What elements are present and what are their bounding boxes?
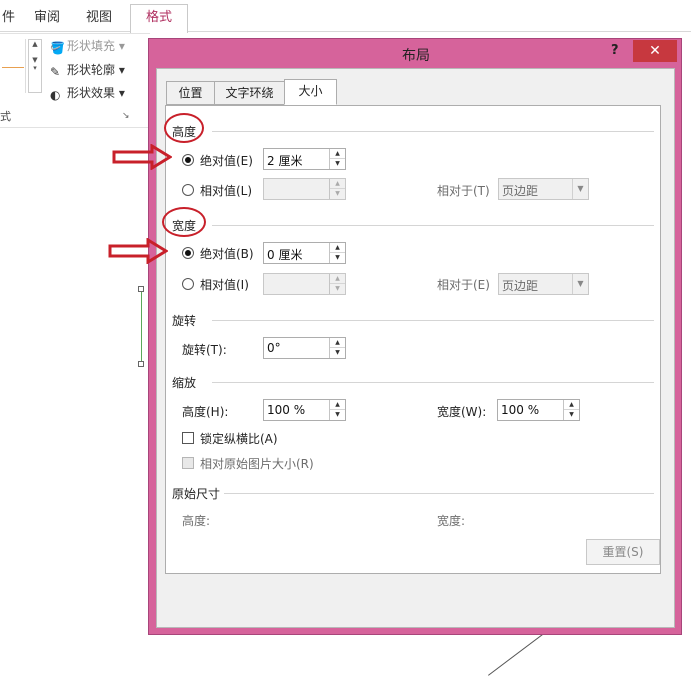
- ribbon-tab-format[interactable]: 格式: [130, 4, 188, 33]
- height-absolute-spinner[interactable]: 2 厘米 ▲ ▼: [263, 148, 346, 170]
- divider: [212, 131, 654, 132]
- spin-up-icon[interactable]: ▲: [330, 243, 345, 253]
- style-gallery-preview[interactable]: [0, 39, 26, 93]
- width-absolute-radio[interactable]: [182, 247, 194, 259]
- relative-original-size-checkbox[interactable]: [182, 457, 194, 469]
- close-button[interactable]: ✕: [633, 40, 677, 62]
- spin-up-icon[interactable]: ▲: [330, 338, 345, 348]
- scale-width-label: 宽度(W):: [437, 405, 487, 419]
- scale-width-value: 100 %: [501, 403, 540, 417]
- tab-size[interactable]: 大小: [284, 79, 337, 105]
- height-relative-label: 相对值(L): [200, 184, 253, 198]
- dialog-title: 布局: [402, 48, 430, 64]
- rotation-spinner[interactable]: 0° ▲ ▼: [263, 337, 346, 359]
- spin-up-icon[interactable]: ▲: [564, 400, 579, 410]
- tab-text-wrapping[interactable]: 文字环绕: [214, 81, 285, 105]
- pencil-icon: ✎: [50, 65, 61, 79]
- divider: [0, 33, 150, 34]
- group-caption: 式: [0, 110, 11, 123]
- width-relative-to-label: 相对于(E): [437, 278, 490, 292]
- annotation-arrow-width: [108, 238, 168, 264]
- reset-button[interactable]: 重置(S): [586, 539, 660, 565]
- annotation-circle-width: [162, 207, 206, 237]
- scale-section-title: 缩放: [172, 376, 197, 390]
- spin-up-icon[interactable]: ▲: [330, 274, 345, 284]
- ribbon-shape-styles-group: ▲ ▼ ▾ 🪣 形状填充 ▾ ✎ 形状轮廓 ▾ ◐ 形状效果 ▾ 式 ↘: [0, 33, 150, 128]
- scale-height-spinner[interactable]: 100 % ▲ ▼: [263, 399, 346, 421]
- width-absolute-spinner[interactable]: 0 厘米 ▲ ▼: [263, 242, 346, 264]
- paint-bucket-icon: 🪣: [50, 41, 65, 55]
- ribbon-tab-review[interactable]: 审阅: [34, 6, 60, 25]
- width-absolute-value: 0 厘米: [267, 248, 303, 262]
- divider: [212, 382, 654, 383]
- annotation-arrow-height: [112, 144, 172, 170]
- layout-dialog: 布局 ? ✕ 位置 文字环绕 大小 高度 绝对值(E) 2 厘米 ▲ ▼ 相对值(…: [148, 38, 682, 635]
- shape-outline-button[interactable]: ✎ 形状轮廓 ▾: [50, 61, 125, 79]
- size-tab-panel: 高度 绝对值(E) 2 厘米 ▲ ▼ 相对值(L) ▲ ▼ 相对于(T) 页边距 ▼…: [165, 105, 661, 574]
- spin-down-icon[interactable]: ▼: [330, 189, 345, 199]
- height-absolute-radio[interactable]: [182, 154, 194, 166]
- lock-aspect-ratio-checkbox[interactable]: [182, 432, 194, 444]
- rotation-value: 0°: [267, 341, 281, 355]
- scale-height-value: 100 %: [267, 403, 306, 417]
- spin-down-icon[interactable]: ▼: [564, 410, 579, 420]
- width-relative-to-select[interactable]: 页边距 ▼: [498, 273, 589, 295]
- relative-original-size-label: 相对原始图片大小(R): [200, 457, 314, 471]
- chevron-down-icon: ▼: [572, 274, 588, 294]
- ribbon-tab-file[interactable]: 件: [2, 6, 15, 25]
- height-absolute-value: 2 厘米: [267, 154, 303, 168]
- spin-down-icon[interactable]: ▼: [330, 410, 345, 420]
- rotate-label: 旋转(T):: [182, 343, 227, 357]
- resize-handle-bottom[interactable]: [138, 361, 144, 367]
- annotation-circle-height: [164, 113, 204, 143]
- height-relative-spinner[interactable]: ▲ ▼: [263, 178, 346, 200]
- spin-up-icon[interactable]: ▲: [330, 179, 345, 189]
- original-height-label: 高度:: [182, 514, 211, 528]
- shape-effects-button[interactable]: ◐ 形状效果 ▾: [50, 84, 125, 102]
- original-width-label: 宽度:: [437, 514, 466, 528]
- rotate-section-title: 旋转: [172, 314, 197, 328]
- original-size-section-title: 原始尺寸: [172, 487, 221, 501]
- resize-handle-top[interactable]: [138, 286, 144, 292]
- tab-position[interactable]: 位置: [166, 81, 215, 105]
- width-relative-radio[interactable]: [182, 278, 194, 290]
- scale-height-label: 高度(H):: [182, 405, 229, 419]
- spin-down-icon[interactable]: ▼: [330, 253, 345, 263]
- height-relative-to-label: 相对于(T): [437, 184, 490, 198]
- scale-width-spinner[interactable]: 100 % ▲ ▼: [497, 399, 580, 421]
- height-relative-to-select[interactable]: 页边距 ▼: [498, 178, 589, 200]
- selected-line-shape[interactable]: [141, 290, 144, 364]
- gallery-scroll[interactable]: ▲ ▼ ▾: [28, 39, 42, 93]
- lock-aspect-ratio-label: 锁定纵横比(A): [200, 432, 278, 446]
- spin-up-icon[interactable]: ▲: [330, 400, 345, 410]
- spin-down-icon[interactable]: ▼: [330, 159, 345, 169]
- width-relative-label: 相对值(I): [200, 278, 249, 292]
- divider: [212, 225, 654, 226]
- divider: [224, 493, 654, 494]
- spin-down-icon[interactable]: ▼: [330, 284, 345, 294]
- height-absolute-label: 绝对值(E): [200, 154, 253, 168]
- help-button[interactable]: ?: [611, 43, 619, 58]
- ribbon-tab-bar: 件 审阅 视图 格式: [0, 0, 691, 33]
- width-absolute-label: 绝对值(B): [200, 247, 254, 261]
- width-relative-spinner[interactable]: ▲ ▼: [263, 273, 346, 295]
- spin-down-icon[interactable]: ▼: [330, 348, 345, 358]
- height-relative-radio[interactable]: [182, 184, 194, 196]
- effects-icon: ◐: [50, 88, 61, 102]
- chevron-down-icon: ▼: [572, 179, 588, 199]
- dialog-body: 位置 文字环绕 大小 高度 绝对值(E) 2 厘米 ▲ ▼ 相对值(L) ▲ ▼ 相…: [156, 68, 675, 628]
- shape-fill-button[interactable]: 🪣 形状填充 ▾: [50, 37, 125, 55]
- divider: [212, 320, 654, 321]
- dialog-launcher-icon[interactable]: ↘: [122, 111, 130, 121]
- spin-up-icon[interactable]: ▲: [330, 149, 345, 159]
- ribbon-tab-view[interactable]: 视图: [86, 6, 112, 25]
